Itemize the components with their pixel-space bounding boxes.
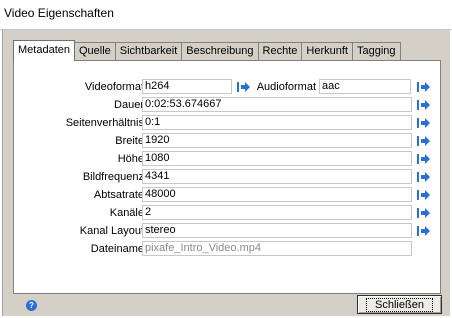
video-properties-dialog: Video Eigenschaften Metadaten Quelle Sic… [0,0,452,318]
tab-metadaten[interactable]: Metadaten [13,40,75,61]
bildfrequenz-label: Bildfrequenz [82,171,144,183]
kanaele-field[interactable]: 2 [142,205,412,220]
insert-abtastrate-arrow-icon[interactable] [416,189,430,201]
insert-hoehe-arrow-icon[interactable] [416,153,430,165]
tab-tagging[interactable]: Tagging [351,42,401,61]
kanal-layout-label: Kanal Layout [79,225,144,237]
row-hoehe: Höhe 1080 [14,151,440,167]
videoformat-field[interactable]: h264 [142,79,232,94]
hoehe-field[interactable]: 1080 [142,151,412,166]
tab-quelle[interactable]: Quelle [73,42,116,61]
row-kanal-layout: Kanal Layout stereo [14,223,440,239]
bildfrequenz-field[interactable]: 4341 [142,169,412,184]
insert-bildfrequenz-arrow-icon[interactable] [416,171,430,183]
abtastrate-label: Abtsatrate [93,189,144,201]
insert-kanal-layout-arrow-icon[interactable] [416,225,430,237]
hoehe-label: Höhe [117,153,144,165]
row-dauer: Dauer 0:02:53.674667 [14,97,440,113]
dauer-label: Dauer [114,99,144,111]
dauer-field[interactable]: 0:02:53.674667 [142,97,412,112]
close-button-label: Schließen [366,297,433,312]
dateiname-label: Dateiname [90,243,144,255]
window-title: Video Eigenschaften [4,6,114,20]
tab-rechte[interactable]: Rechte [257,42,303,61]
insert-dauer-arrow-icon[interactable] [416,99,430,111]
tab-beschreibung[interactable]: Beschreibung [181,42,259,61]
seitenverhaeltnis-label: Seitenverhältnis [65,117,144,129]
abtastrate-field[interactable]: 48000 [142,187,412,202]
dialog-client-area: Metadaten Quelle Sichtbarkeit Beschreibu… [2,30,450,316]
help-icon[interactable]: ? [26,300,37,311]
breite-field[interactable]: 1920 [142,133,412,148]
row-breite: Breite 1920 [14,133,440,149]
row-seitenverhaeltnis: Seitenverhältnis 0:1 [14,115,440,131]
tab-strip: Metadaten Quelle Sichtbarkeit Beschreibu… [13,40,401,61]
seitenverhaeltnis-field[interactable]: 0:1 [142,115,412,130]
audioformat-label: Audioformat [256,81,316,93]
row-bildfrequenz: Bildfrequenz 4341 [14,169,440,185]
row-videoformat: Videoformat h264 Audioformat aac [14,79,440,95]
tab-sichtbarkeit[interactable]: Sichtbarkeit [114,42,183,61]
row-kanaele: Kanäle 2 [14,205,440,221]
dateiname-field[interactable]: pixafe_Intro_Video.mp4 [142,241,412,256]
row-abtastrate: Abtsatrate 48000 [14,187,440,203]
breite-label: Breite [115,135,144,147]
videoformat-label: Videoformat [84,81,144,93]
kanal-layout-field[interactable]: stereo [142,223,412,238]
kanaele-label: Kanäle [109,207,144,219]
insert-seitenverhaeltnis-arrow-icon[interactable] [416,117,430,129]
insert-audioformat-arrow-icon[interactable] [416,81,430,93]
audioformat-field[interactable]: aac [319,79,411,94]
metadata-panel: Videoformat h264 Audioformat aac Dauer 0… [13,60,441,294]
tab-herkunft[interactable]: Herkunft [301,42,353,61]
row-dateiname: Dateiname pixafe_Intro_Video.mp4 [14,241,440,257]
close-button[interactable]: Schließen [357,295,442,314]
insert-kanaele-arrow-icon[interactable] [416,207,430,219]
insert-breite-arrow-icon[interactable] [416,135,430,147]
